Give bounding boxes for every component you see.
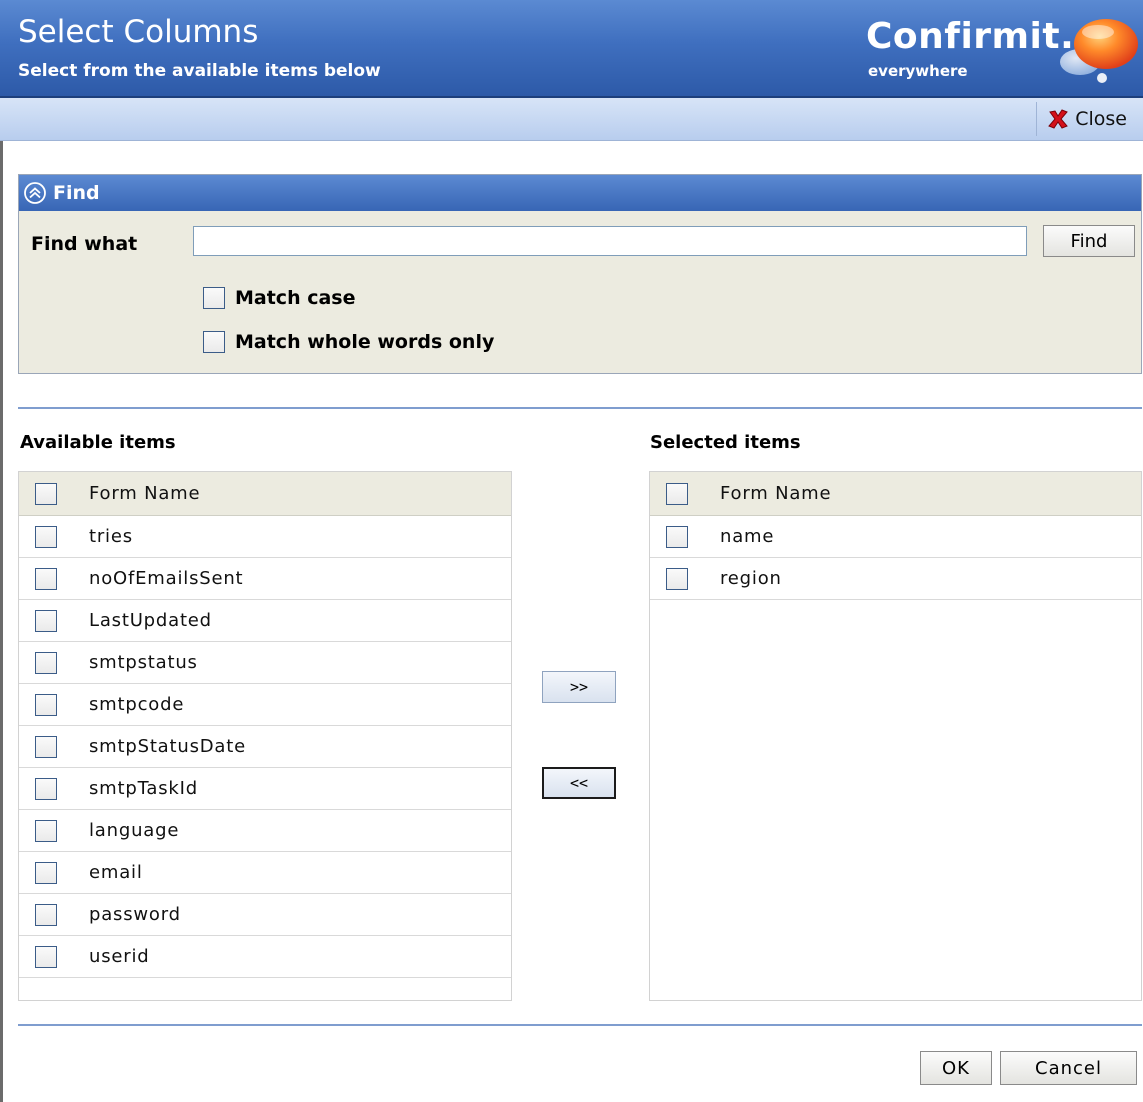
- item-checkbox[interactable]: [35, 525, 57, 548]
- item-checkbox[interactable]: [35, 819, 57, 842]
- confirmit-logo-tagline: everywhere: [868, 62, 968, 80]
- list-item[interactable]: email: [19, 852, 511, 894]
- item-checkbox[interactable]: [35, 945, 57, 968]
- match-whole-words-option[interactable]: Match whole words only: [203, 331, 494, 353]
- match-case-label: Match case: [235, 287, 356, 309]
- collapse-up-icon[interactable]: [23, 181, 47, 205]
- item-checkbox[interactable]: [35, 567, 57, 590]
- item-label: password: [89, 904, 181, 925]
- find-what-label: Find what: [31, 233, 138, 255]
- item-label: smtpcode: [89, 694, 185, 715]
- list-item[interactable]: smtpstatus: [19, 642, 511, 684]
- match-whole-words-checkbox[interactable]: [203, 331, 225, 353]
- find-panel-title: Find: [53, 182, 100, 204]
- item-checkbox[interactable]: [35, 735, 57, 758]
- close-x-icon: [1048, 109, 1069, 129]
- item-label: LastUpdated: [89, 610, 212, 631]
- list-item[interactable]: smtpStatusDate: [19, 726, 511, 768]
- item-checkbox[interactable]: [35, 651, 57, 674]
- close-button[interactable]: Close: [1036, 102, 1135, 136]
- item-label: region: [720, 568, 782, 589]
- confirmit-logo-text: Confirmit.: [866, 16, 1075, 57]
- selected-select-all-checkbox[interactable]: [666, 482, 688, 505]
- item-checkbox[interactable]: [35, 777, 57, 800]
- confirmit-bubbles-logo-icon: [1060, 19, 1138, 83]
- match-case-option[interactable]: Match case: [203, 287, 356, 309]
- item-label: smtpTaskId: [89, 778, 198, 799]
- item-checkbox[interactable]: [666, 567, 688, 590]
- list-item[interactable]: smtpcode: [19, 684, 511, 726]
- item-label: smtpStatusDate: [89, 736, 246, 757]
- ok-button[interactable]: OK: [920, 1051, 992, 1085]
- list-item[interactable]: region: [650, 558, 1141, 600]
- item-checkbox[interactable]: [35, 903, 57, 926]
- dialog-subtitle: Select from the available items below: [18, 61, 381, 81]
- list-item[interactable]: LastUpdated: [19, 600, 511, 642]
- list-item[interactable]: noOfEmailsSent: [19, 558, 511, 600]
- section-divider: [18, 407, 1142, 409]
- find-panel: Find Find what Find Match case Match who…: [18, 174, 1142, 374]
- item-checkbox[interactable]: [666, 525, 688, 548]
- match-case-checkbox[interactable]: [203, 287, 225, 309]
- list-item[interactable]: tries: [19, 516, 511, 558]
- cancel-button[interactable]: Cancel: [1000, 1051, 1137, 1085]
- item-checkbox[interactable]: [35, 693, 57, 716]
- find-panel-header[interactable]: Find: [19, 175, 1141, 211]
- window-left-border: [0, 96, 3, 1102]
- available-select-all-checkbox[interactable]: [35, 482, 57, 505]
- item-label: language: [89, 820, 180, 841]
- match-whole-words-label: Match whole words only: [235, 331, 495, 353]
- item-label: noOfEmailsSent: [89, 568, 244, 589]
- available-items-list: Form Name tries noOfEmailsSent LastUpdat…: [18, 471, 512, 1001]
- list-item[interactable]: smtpTaskId: [19, 768, 511, 810]
- find-button[interactable]: Find: [1043, 225, 1135, 257]
- item-label: userid: [89, 946, 150, 967]
- item-label: tries: [89, 526, 133, 547]
- remove-selected-button[interactable]: <<: [542, 767, 616, 799]
- dialog-title: Select Columns: [18, 14, 259, 50]
- list-item[interactable]: name: [650, 516, 1141, 558]
- selected-list-header: Form Name: [650, 472, 1141, 516]
- selected-items-title: Selected items: [650, 432, 801, 453]
- item-label: smtpstatus: [89, 652, 198, 673]
- available-column-header[interactable]: Form Name: [89, 483, 200, 504]
- close-label: Close: [1075, 108, 1127, 130]
- dialog-header: Select Columns Select from the available…: [0, 0, 1143, 98]
- selected-column-header[interactable]: Form Name: [720, 483, 831, 504]
- available-items-title: Available items: [20, 432, 176, 453]
- list-item[interactable]: language: [19, 810, 511, 852]
- add-selected-button[interactable]: >>: [542, 671, 616, 703]
- footer-divider: [18, 1024, 1142, 1026]
- selected-items-list: Form Name name region: [649, 471, 1142, 1001]
- available-list-header: Form Name: [19, 472, 511, 516]
- dialog-toolbar: Close: [0, 98, 1143, 141]
- item-label: email: [89, 862, 143, 883]
- item-label: name: [720, 526, 775, 547]
- item-checkbox[interactable]: [35, 609, 57, 632]
- find-what-input[interactable]: [193, 226, 1027, 256]
- list-item[interactable]: password: [19, 894, 511, 936]
- list-item[interactable]: userid: [19, 936, 511, 978]
- item-checkbox[interactable]: [35, 861, 57, 884]
